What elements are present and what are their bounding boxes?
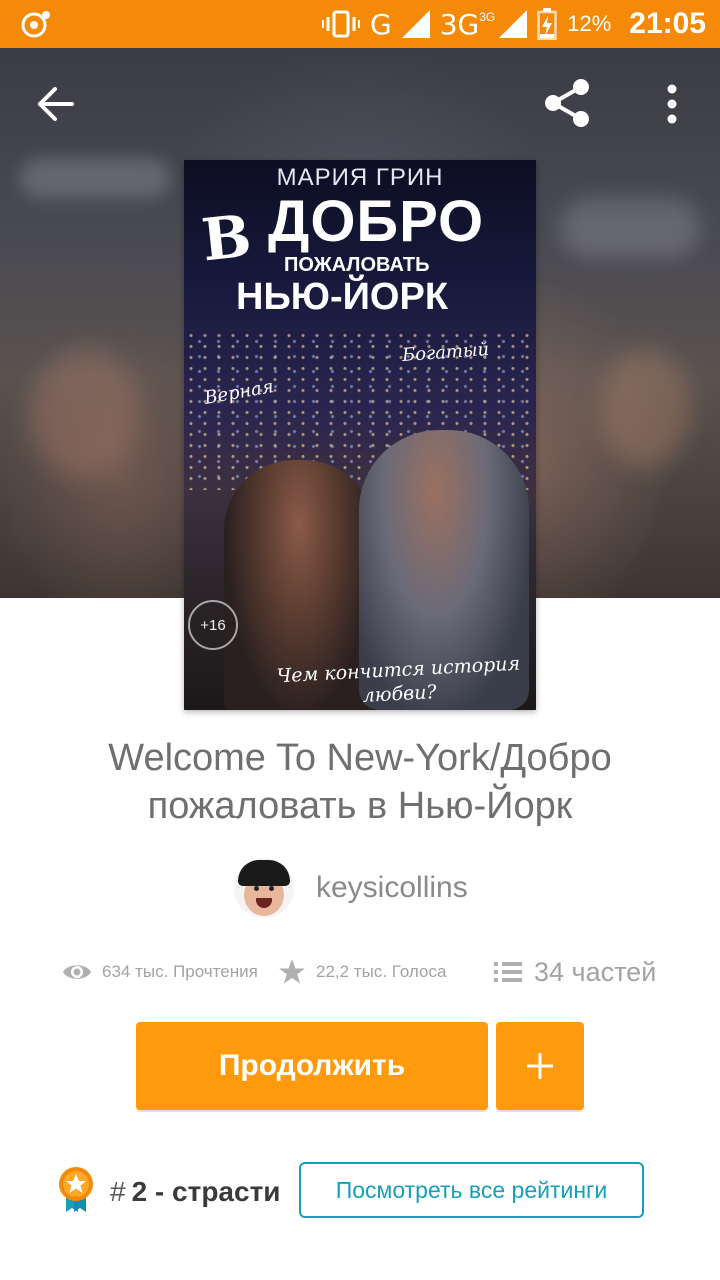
ranking-medal-icon bbox=[59, 1167, 93, 1212]
share-button[interactable] bbox=[535, 71, 599, 135]
story-title: Welcome To New-York/Добро пожаловать в Н… bbox=[108, 737, 612, 827]
ranking-value: 2 - страсти bbox=[131, 1176, 281, 1207]
network-g-label: G bbox=[369, 7, 392, 41]
cover-title-line2: ПОЖАЛОВАТЬ bbox=[284, 254, 430, 276]
author-row[interactable]: keysicollins bbox=[234, 856, 468, 920]
story-details-screen: G 3G 3G 12% 21:05 МАРИЯ ГРИН В ДОБРО ПОЖ… bbox=[0, 0, 720, 1280]
status-bar: G 3G 3G 12% 21:05 bbox=[0, 0, 720, 48]
votes-stat: 22,2 тыс. Голоса bbox=[278, 950, 446, 994]
add-to-library-button[interactable] bbox=[496, 1022, 584, 1110]
network-3g-small-label: 3G bbox=[479, 10, 496, 24]
ranking-label: # 2 - страсти bbox=[110, 1170, 281, 1214]
avatar[interactable] bbox=[234, 858, 294, 918]
cover-title-letter: В bbox=[198, 201, 255, 275]
story-stats: 634 тыс. Прочтения 22,2 тыс. Голоса 34 ч… bbox=[62, 950, 682, 994]
reads-stat: 634 тыс. Прочтения bbox=[62, 950, 258, 994]
votes-count: 22,2 тыс. Голоса bbox=[316, 962, 447, 981]
author-name[interactable]: keysicollins bbox=[316, 871, 468, 905]
star-icon bbox=[279, 959, 305, 984]
plus-icon bbox=[527, 1053, 553, 1079]
more-options-button[interactable] bbox=[640, 72, 704, 136]
book-cover[interactable]: МАРИЯ ГРИН В ДОБРО ПОЖАЛОВАТЬ НЬЮ-ЙОРК В… bbox=[184, 160, 536, 710]
app-notification-icon bbox=[21, 11, 50, 38]
continue-reading-button[interactable]: Продолжить bbox=[136, 1022, 488, 1110]
back-button[interactable] bbox=[24, 72, 88, 136]
clock: 21:05 bbox=[629, 7, 706, 40]
ranking-prefix: # bbox=[110, 1176, 126, 1207]
arrow-left-icon bbox=[38, 87, 74, 121]
battery-percent: 12% bbox=[567, 11, 612, 36]
battery-charging-icon bbox=[537, 8, 557, 40]
share-icon bbox=[545, 79, 589, 127]
cover-title-line1: ДОБРО bbox=[268, 189, 485, 254]
cover-age-rating: +16 bbox=[188, 600, 238, 650]
parts-count[interactable]: 34 частей bbox=[534, 957, 656, 988]
signal-icon bbox=[401, 10, 430, 38]
network-3g-label: 3G bbox=[439, 7, 480, 41]
vibrate-icon bbox=[321, 10, 360, 38]
view-all-rankings-button[interactable]: Посмотреть все рейтинги bbox=[299, 1162, 644, 1218]
list-icon bbox=[494, 962, 522, 982]
eye-icon bbox=[63, 965, 91, 979]
reads-count: 634 тыс. Прочтения bbox=[102, 962, 258, 981]
cover-title-line3: НЬЮ-ЙОРК bbox=[236, 276, 449, 318]
signal-icon-2 bbox=[499, 10, 528, 38]
parts-stat[interactable]: 34 частей bbox=[494, 950, 656, 994]
more-vert-icon bbox=[667, 84, 677, 124]
